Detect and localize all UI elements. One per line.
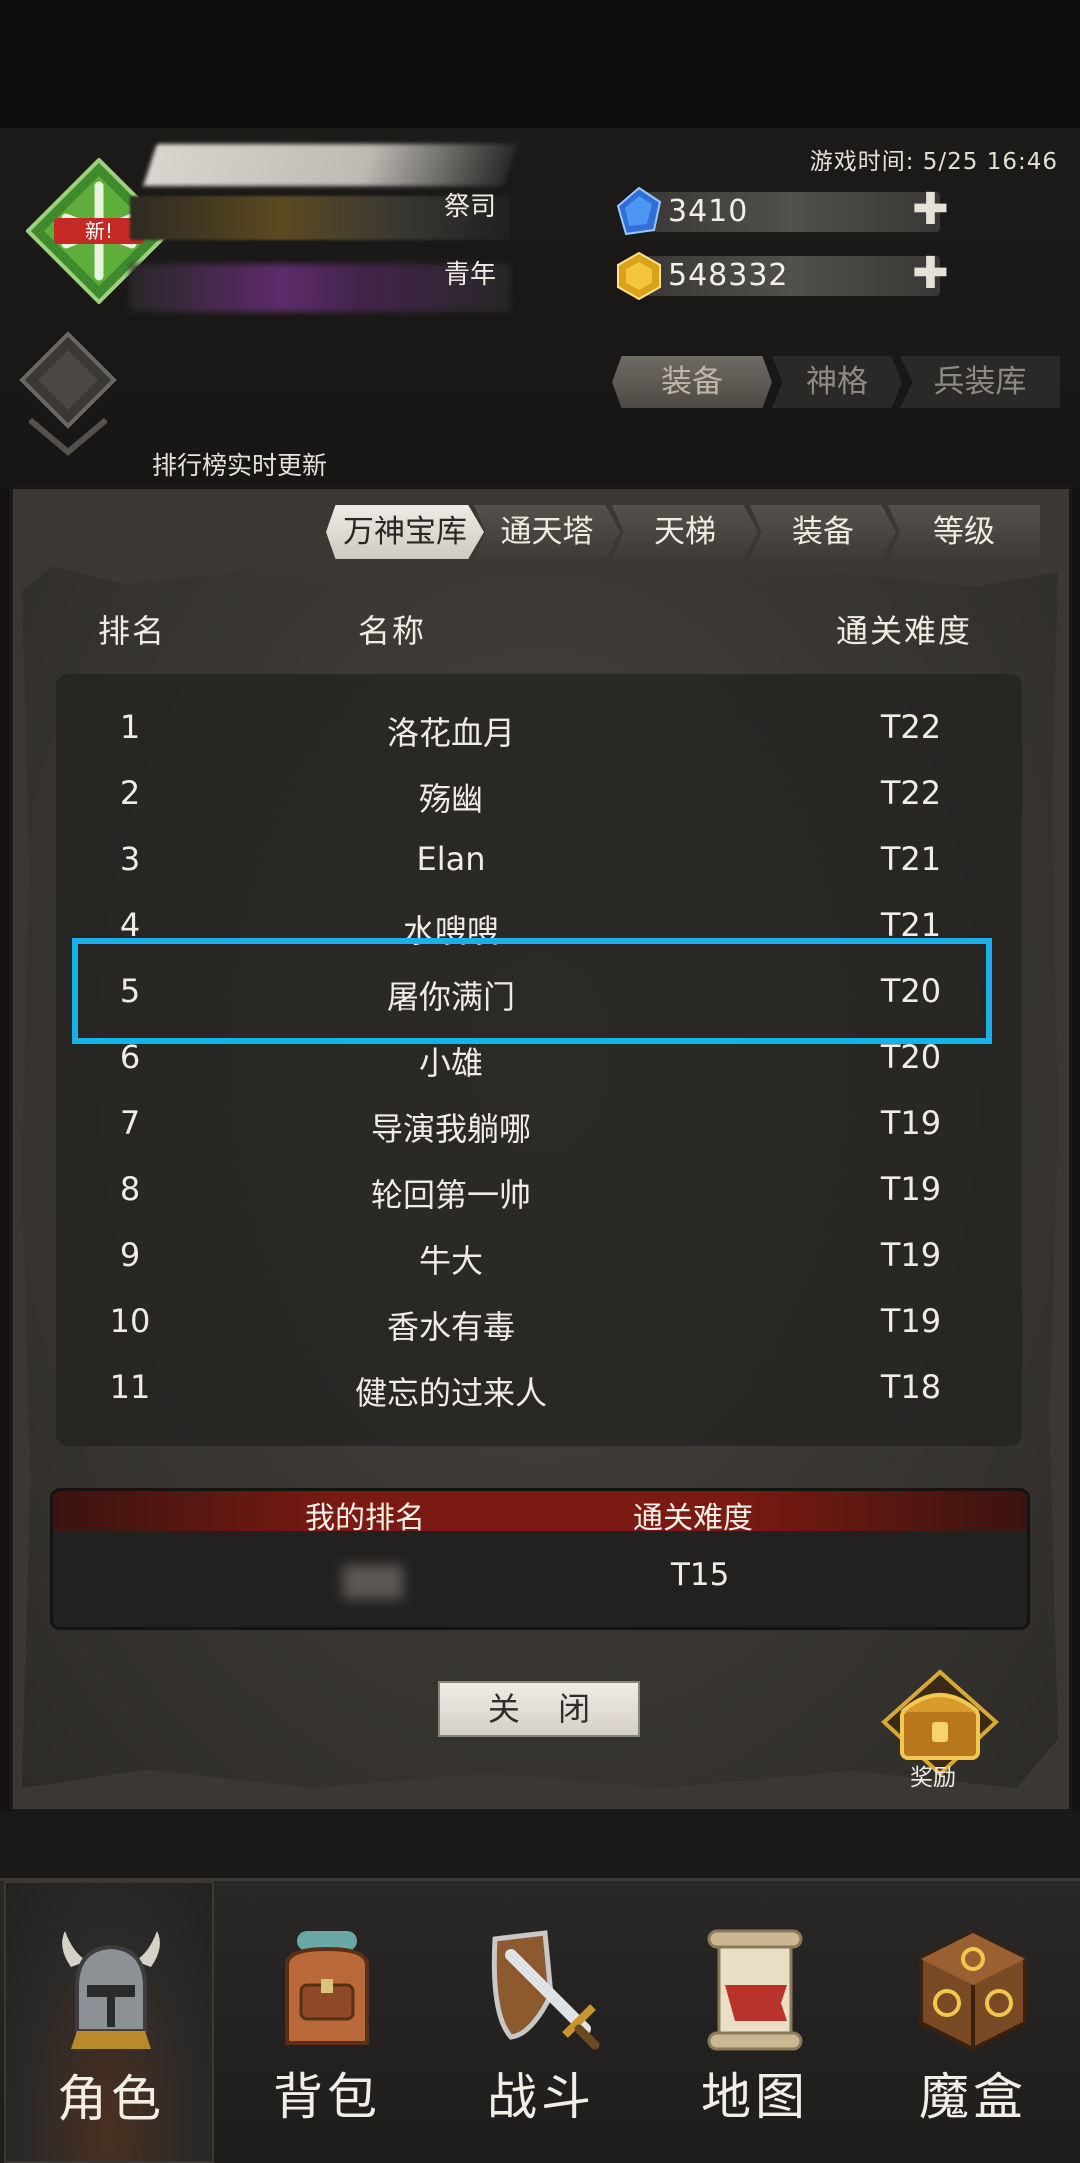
blue-gem-icon xyxy=(616,186,662,236)
tab-equipment-rank[interactable]: 装备 xyxy=(750,505,896,559)
sword-shield-icon xyxy=(491,1930,600,2050)
rank-cell: 10 xyxy=(109,1302,151,1340)
table-row[interactable]: 11 健忘的过来人 T18 xyxy=(56,1356,1022,1422)
selected-row-highlight xyxy=(72,938,992,1044)
scroll-map-icon xyxy=(707,1929,803,2051)
bottom-nav: 角色 背包 战斗 地图 魔盒 xyxy=(0,1878,1080,2163)
table-row[interactable]: 7 导演我躺哪 T19 xyxy=(56,1092,1022,1158)
my-rank-label: 我的排名 xyxy=(305,1501,425,1536)
nav-item-character[interactable]: 角色 xyxy=(4,1881,214,2163)
nav-label-character: 角色 xyxy=(57,2070,165,2128)
table-row[interactable]: 9 牛大 T19 xyxy=(56,1224,1022,1290)
helmet-icon xyxy=(62,1931,160,2049)
nav-item-map[interactable]: 地图 xyxy=(650,1881,860,2163)
name-cell: 健忘的过来人 xyxy=(354,1374,547,1412)
difficulty-cell: T22 xyxy=(880,708,942,746)
name-cell: 牛大 xyxy=(418,1242,483,1280)
my-rank-header xyxy=(53,1491,1027,1531)
rank-cell: 11 xyxy=(109,1368,151,1406)
rank-cell: 8 xyxy=(119,1170,141,1208)
tab-armory[interactable]: 兵装库 xyxy=(900,356,1060,408)
rank-cell: 9 xyxy=(119,1236,141,1274)
rank-cell: 3 xyxy=(119,840,141,878)
tab-sky-tower[interactable]: 通天塔 xyxy=(474,505,620,559)
name-cell: 香水有毒 xyxy=(386,1308,515,1346)
tab-level-rank[interactable]: 等级 xyxy=(888,505,1040,559)
tab-godhood[interactable]: 神格 xyxy=(772,356,902,408)
table-row[interactable]: 3 Elan T21 xyxy=(56,828,1022,894)
reward-label: 奖励 xyxy=(910,1765,956,1791)
tab-equipment[interactable]: 装备 xyxy=(612,356,772,408)
header-rank: 排名 xyxy=(98,612,167,650)
realtime-note: 排行榜实时更新 xyxy=(152,451,328,480)
gold-gem-icon xyxy=(617,251,661,301)
header-difficulty: 通关难度 xyxy=(836,612,973,650)
rank-cell: 1 xyxy=(119,708,141,746)
close-button[interactable]: 关 闭 xyxy=(438,1681,640,1737)
nav-label-battle: 战斗 xyxy=(487,2068,595,2126)
my-difficulty-label: 通关难度 xyxy=(633,1501,753,1536)
age-label: 青年 xyxy=(444,260,497,290)
name-cell: Elan xyxy=(416,840,486,878)
rank-cell: 7 xyxy=(119,1104,141,1142)
my-rank-panel: 我的排名 通关难度 T15 xyxy=(50,1488,1030,1630)
difficulty-cell: T18 xyxy=(880,1368,942,1406)
difficulty-cell: T19 xyxy=(880,1236,942,1274)
status-bar xyxy=(0,0,1080,128)
nav-item-magic-box[interactable]: 魔盒 xyxy=(868,1881,1078,2163)
table-row[interactable]: 2 殇幽 T22 xyxy=(56,762,1022,828)
difficulty-cell: T21 xyxy=(880,840,942,878)
name-cell: 洛花血月 xyxy=(386,714,515,752)
difficulty-cell: T19 xyxy=(880,1104,942,1142)
add-gems-button[interactable]: ✚ xyxy=(912,188,949,232)
difficulty-cell: T22 xyxy=(880,774,942,812)
name-cell: 轮回第一帅 xyxy=(370,1176,531,1214)
difficulty-cell: T19 xyxy=(880,1302,942,1340)
rank-cell: 2 xyxy=(119,774,141,812)
add-gold-button[interactable]: ✚ xyxy=(912,252,949,296)
ranking-list[interactable]: 1 洛花血月 T22 2 殇幽 T22 3 Elan T21 4 水嗖嗖 T21… xyxy=(56,674,1022,1446)
gem-count: 3410 xyxy=(668,194,749,229)
nav-label-magic-box: 魔盒 xyxy=(919,2068,1027,2126)
nav-label-backpack: 背包 xyxy=(273,2068,381,2126)
game-time: 游戏时间: 5/25 16:46 xyxy=(809,149,1058,175)
tab-pantheon-vault[interactable]: 万神宝库 xyxy=(326,505,484,559)
nav-item-battle[interactable]: 战斗 xyxy=(436,1881,646,2163)
player-name-redacted xyxy=(143,144,517,186)
tab-ladder[interactable]: 天梯 xyxy=(612,505,758,559)
diamond-ornament-icon xyxy=(19,331,117,456)
difficulty-cell: T19 xyxy=(880,1170,942,1208)
nav-label-map: 地图 xyxy=(701,2068,809,2126)
table-row[interactable]: 10 香水有毒 T19 xyxy=(56,1290,1022,1356)
my-difficulty-value: T15 xyxy=(671,1557,730,1593)
name-cell: 导演我躺哪 xyxy=(370,1110,531,1148)
name-cell: 小雄 xyxy=(418,1044,483,1082)
nav-item-backpack[interactable]: 背包 xyxy=(222,1881,432,2163)
gold-count: 548332 xyxy=(668,258,789,293)
badge-text: 新! xyxy=(85,219,113,243)
magic-box-icon xyxy=(919,1930,1027,2052)
my-rank-redacted xyxy=(343,1565,403,1599)
backpack-icon xyxy=(285,1931,369,2045)
name-cell: 殇幽 xyxy=(418,780,483,818)
class-label: 祭司 xyxy=(444,192,497,222)
table-row[interactable]: 8 轮回第一帅 T19 xyxy=(56,1158,1022,1224)
table-row[interactable]: 1 洛花血月 T22 xyxy=(56,696,1022,762)
nav-separator xyxy=(0,1812,1080,1878)
header-name: 名称 xyxy=(358,612,427,650)
